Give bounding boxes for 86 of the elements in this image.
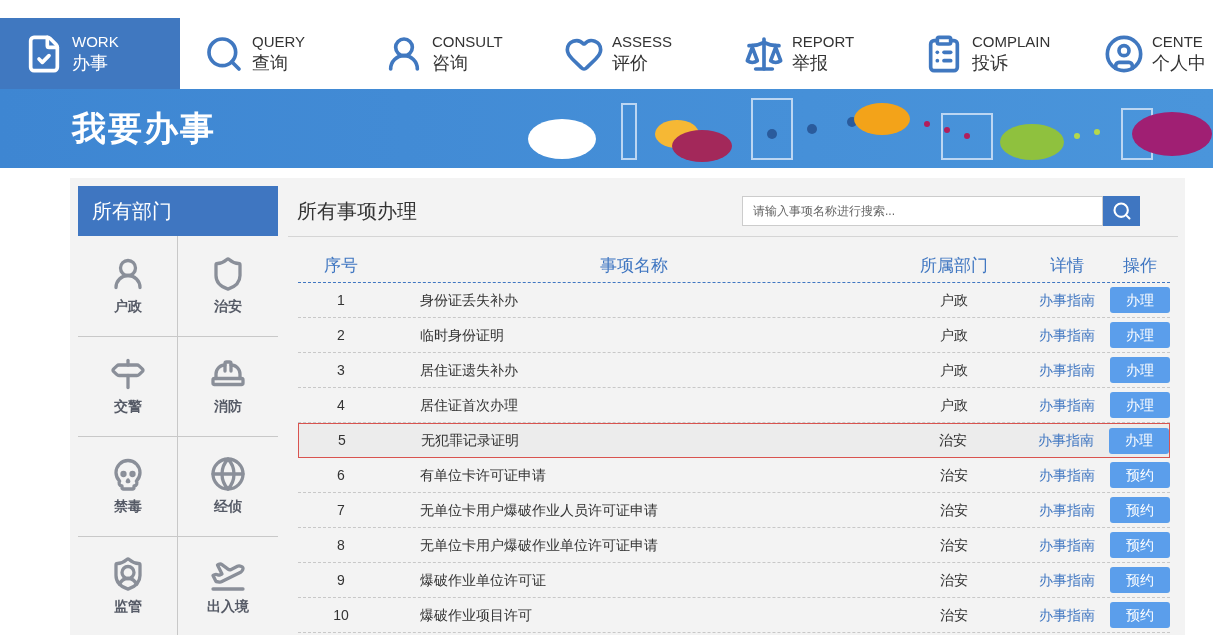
table-cell-text: 居住证首次办理 (419, 395, 519, 415)
guide-link[interactable]: 办事指南 (1038, 432, 1095, 448)
guide-link[interactable]: 办事指南 (1039, 501, 1095, 518)
table-row[interactable]: 6 有单位卡许可证申请 治安 办事指南 预约 (298, 458, 1170, 493)
signpost-icon (109, 356, 146, 392)
department-item[interactable]: 出入境 (178, 536, 278, 635)
nav-label-zh: 投诉 (972, 51, 1009, 75)
search-field[interactable]: 请输入事项名称进行搜索... (742, 196, 1103, 226)
column-header: 操作 (1122, 254, 1158, 277)
table-cell-text: 2 (336, 325, 346, 345)
table-cell-text: 户政 (939, 360, 969, 380)
table-cell-text: 10 (332, 605, 350, 625)
sidebar-title: 所有部门 (78, 186, 278, 236)
table-cell-text: 治安 (939, 500, 969, 520)
nav-label-en: CONSULT (432, 32, 503, 52)
section-title: 所有事项办理 (297, 199, 418, 224)
search-button[interactable] (1103, 196, 1140, 226)
user-circle-icon (1104, 33, 1144, 74)
table-cell-text: 无单位卡用户爆破作业单位许可证申请 (419, 535, 659, 555)
guide-link[interactable]: 办事指南 (1039, 571, 1095, 588)
nav-label-zh: 咨询 (432, 51, 469, 75)
department-item[interactable]: 消防 (178, 336, 278, 436)
nav-label-en: QUERY (252, 32, 306, 52)
table-cell-text: 无犯罪记录证明 (419, 431, 520, 450)
table-row[interactable]: 5 无犯罪记录证明 治安 办事指南 办理 (298, 423, 1170, 458)
search-icon (1111, 201, 1132, 221)
nav-label-en: WORK (72, 32, 119, 52)
nav-label-zh: 查询 (252, 51, 289, 75)
nav-label-en: REPORT (792, 32, 855, 52)
table-row[interactable]: 9 爆破作业单位许可证 治安 办事指南 预约 (298, 563, 1170, 598)
table-cell-text: 居住证遗失补办 (419, 360, 519, 380)
table-row[interactable]: 7 无单位卡用户爆破作业人员许可证申请 治安 办事指南 预约 (298, 493, 1170, 528)
table-cell-text: 8 (336, 535, 346, 555)
guide-link[interactable]: 办事指南 (1039, 466, 1095, 483)
department-item[interactable]: 经侦 (178, 436, 278, 536)
table-cell-text: 爆破作业项目许可 (419, 605, 533, 625)
table-row[interactable]: 10 爆破作业项目许可 治安 办事指南 预约 (298, 598, 1170, 633)
guide-link[interactable]: 办事指南 (1039, 291, 1095, 308)
table-row[interactable]: 3 居住证遗失补办 户政 办事指南 办理 (298, 353, 1170, 388)
department-item[interactable]: 禁毒 (78, 436, 178, 536)
nav-label-en: ASSESS (612, 32, 673, 52)
guide-link[interactable]: 办事指南 (1039, 326, 1095, 343)
table-cell-text: 户政 (939, 290, 969, 310)
nav-label-zh: 个人中 (1152, 51, 1206, 75)
table-cell-text: 治安 (939, 605, 969, 625)
column-header: 所属部门 (919, 254, 989, 277)
table-cell-text: 治安 (939, 465, 969, 485)
table-cell-text: 户政 (939, 395, 969, 415)
nav-tab[interactable]: WORK 办事 (0, 18, 180, 89)
table-cell-text: 户政 (939, 325, 969, 345)
nav-label-zh: 办事 (72, 51, 109, 75)
table-cell-text: 治安 (939, 535, 969, 555)
nav-label-zh: 举报 (792, 51, 829, 75)
globe-icon (210, 456, 246, 492)
table-cell-text: 有单位卡许可证申请 (419, 465, 547, 485)
guide-link[interactable]: 办事指南 (1039, 536, 1095, 553)
guide-link[interactable]: 办事指南 (1039, 606, 1095, 623)
table-row[interactable]: 2 临时身份证明 户政 办事指南 办理 (298, 318, 1170, 353)
department-item[interactable]: 治安 (178, 236, 278, 336)
nav-label-zh: 评价 (612, 51, 649, 75)
table-cell-text: 爆破作业单位许可证 (419, 570, 547, 590)
table-cell-text: 5 (337, 431, 347, 450)
table-cell-text: 身份证丢失补办 (419, 290, 519, 310)
guide-link[interactable]: 办事指南 (1039, 361, 1095, 378)
table-cell-text: 4 (336, 395, 346, 415)
table-cell-text: 治安 (939, 570, 969, 590)
nav-label-en: CENTE (1152, 32, 1204, 52)
department-item[interactable]: 户政 (78, 236, 178, 336)
table-row[interactable]: 8 无单位卡用户爆破作业单位许可证申请 治安 办事指南 预约 (298, 528, 1170, 563)
department-item[interactable]: 交警 (78, 336, 178, 436)
department-item[interactable]: 监管 (78, 536, 178, 635)
nav-label-en: COMPLAIN (972, 32, 1051, 52)
guide-link[interactable]: 办事指南 (1039, 396, 1095, 413)
column-header: 事项名称 (599, 254, 669, 277)
table-cell-text: 1 (336, 290, 346, 310)
column-header: 序号 (323, 254, 359, 277)
table-cell-text: 无单位卡用户爆破作业人员许可证申请 (419, 500, 659, 520)
table-cell-text: 临时身份证明 (419, 325, 505, 345)
table-cell-text: 治安 (938, 431, 969, 450)
column-header: 详情 (1049, 254, 1085, 277)
banner-title: 我要办事 (72, 108, 217, 149)
table-cell-text: 6 (336, 465, 346, 485)
table-row[interactable]: 1 身份证丢失补办 户政 办事指南 办理 (298, 283, 1170, 318)
table-cell-text: 7 (336, 500, 346, 520)
table-cell-text: 3 (336, 360, 346, 380)
table-cell-text: 9 (336, 570, 346, 590)
